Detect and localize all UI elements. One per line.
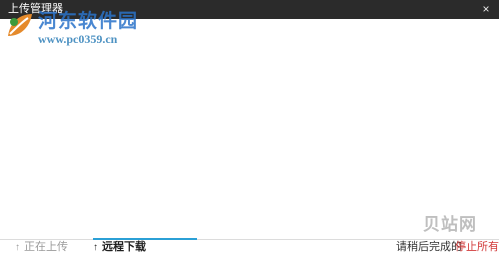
leaf-logo-icon <box>8 14 32 36</box>
up-arrow-icon: ↑ <box>15 242 20 253</box>
tab-uploading-label: 正在上传 <box>24 241 68 253</box>
close-icon[interactable]: × <box>479 2 493 16</box>
watermark-site-name: 河东软件园 <box>38 10 139 32</box>
watermark-url: www.pc0359.cn <box>38 32 118 46</box>
up-arrow-icon: ↑ <box>93 242 98 253</box>
tab-remote-download[interactable]: ↑ 远程下载 <box>93 238 197 253</box>
tab-uploading[interactable]: ↑ 正在上传 <box>15 240 75 253</box>
corner-watermark: 贝站网 <box>423 215 477 235</box>
tab-remote-download-label: 远程下载 <box>102 241 146 253</box>
site-watermark: 河东软件园 www.pc0359.cn <box>4 6 154 52</box>
bottom-bar: ↑ 正在上传 ↑ 远程下载 请稍后完成的 停止所有 <box>0 238 499 253</box>
